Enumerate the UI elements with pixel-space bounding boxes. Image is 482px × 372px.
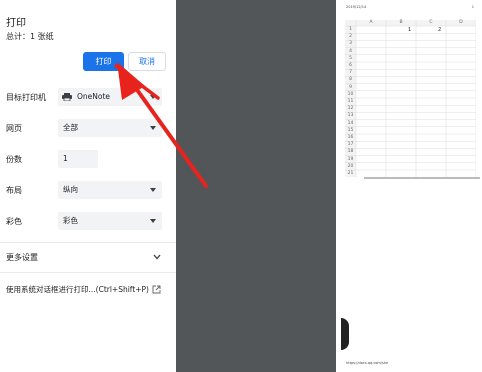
row-header: 5: [349, 55, 352, 61]
layout-label: 布局: [6, 186, 22, 195]
divider: [0, 272, 176, 273]
destination-value: OneNote: [77, 92, 111, 101]
printer-icon: [62, 93, 72, 101]
color-label: 彩色: [6, 217, 22, 226]
row-header: 21: [347, 171, 354, 176]
page-url: https://docs.qq.com/she: [346, 361, 389, 365]
row-header: 8: [349, 77, 352, 83]
column-header: A: [369, 20, 373, 25]
preview-page: 2019/12/14 1 A B C D 1 2 3 4 5 6 7 8 9 10 11 12 13 14 15 16…: [341, 0, 482, 372]
row-header: 13: [347, 113, 354, 119]
row-header: 19: [347, 156, 354, 162]
spreadsheet-preview: A B C D 1 2 3 4 5 6 7 8 9 10 11 12 13 14 15 16 17 18 19 20 21 1 2: [345, 20, 478, 180]
row-header: 9: [349, 84, 352, 90]
row-header: 20: [347, 163, 354, 169]
spreadsheet-grid: [345, 20, 476, 178]
copies-input[interactable]: 1: [58, 150, 98, 168]
cell-value: 1: [408, 26, 412, 33]
preview-scrollbar[interactable]: [364, 177, 480, 179]
print-settings-panel: 打印 总计：1 张纸 打印 取消 目标打印机 OneNote 网页 全部 份数 …: [0, 0, 176, 372]
open-external-icon[interactable]: [152, 285, 161, 294]
row-header: 14: [347, 120, 354, 126]
copies-value: 1: [63, 154, 68, 163]
page-date: 2019/12/14: [346, 5, 367, 9]
divider: [0, 242, 176, 243]
cell-value: 2: [438, 26, 442, 33]
preview-background: [176, 0, 336, 372]
chevron-down-icon[interactable]: [152, 252, 162, 262]
row-header: 18: [347, 149, 354, 155]
floating-element: [341, 318, 349, 350]
sheet-count: 总计：1 张纸: [6, 32, 54, 41]
chevron-down-icon: [150, 219, 156, 223]
system-dialog-link[interactable]: 使用系统对话框进行打印...(Ctrl+Shift+P): [6, 284, 149, 295]
cancel-button[interactable]: 取消: [128, 52, 166, 71]
destination-label: 目标打印机: [6, 93, 46, 102]
color-select[interactable]: 彩色: [58, 212, 162, 230]
column-header: D: [459, 20, 463, 25]
chevron-down-icon: [150, 188, 156, 192]
print-button[interactable]: 打印: [83, 52, 124, 71]
dialog-title: 打印: [6, 18, 26, 29]
copies-label: 份数: [6, 155, 22, 164]
destination-select[interactable]: OneNote: [58, 88, 162, 106]
layout-select[interactable]: 纵向: [58, 181, 162, 199]
row-header: 10: [347, 91, 354, 97]
pages-select[interactable]: 全部: [58, 119, 162, 137]
pages-label: 网页: [6, 124, 22, 133]
pages-value: 全部: [63, 123, 78, 132]
page-number: 1: [471, 5, 474, 9]
color-value: 彩色: [63, 216, 78, 225]
more-settings-toggle[interactable]: 更多设置: [6, 252, 38, 263]
column-header: B: [399, 20, 403, 25]
chevron-down-icon: [150, 95, 156, 99]
column-header: C: [429, 20, 433, 25]
row-header: 4: [349, 48, 352, 54]
chevron-down-icon: [150, 126, 156, 130]
row-header: 3: [349, 41, 352, 47]
layout-value: 纵向: [63, 185, 78, 194]
row-header: 15: [347, 127, 354, 133]
